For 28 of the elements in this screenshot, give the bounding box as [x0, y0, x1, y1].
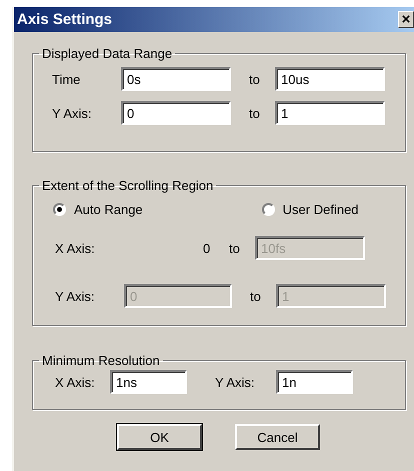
text-field[interactable]: 10us — [275, 67, 385, 91]
field-label: X Axis: — [55, 374, 96, 390]
group-title: Displayed Data Range — [41, 46, 174, 61]
to-label: to — [249, 72, 261, 86]
radio-option[interactable]: Auto Range — [53, 202, 143, 216]
radio-button[interactable] — [262, 202, 275, 216]
field-label: Y Axis: — [55, 288, 96, 304]
field-label: Y Axis: — [215, 374, 256, 390]
close-button[interactable]: × — [398, 11, 414, 28]
radio-button[interactable] — [53, 202, 66, 216]
text-field[interactable]: 1ns — [110, 370, 187, 394]
window-title: Axis Settings — [17, 11, 112, 28]
text-field[interactable]: 0 — [121, 101, 231, 125]
to-label: to — [250, 288, 262, 304]
field-label: Time — [52, 72, 82, 86]
text-field[interactable]: 0s — [121, 67, 231, 91]
value-text: 0 — [203, 240, 212, 256]
field-label: X Axis: — [55, 240, 96, 256]
group-title: Minimum Resolution — [41, 353, 161, 368]
field-label: Y Axis: — [52, 106, 93, 120]
to-label: to — [229, 240, 241, 256]
dialog-button[interactable]: OK — [117, 424, 202, 450]
text-field[interactable]: 1 — [275, 101, 385, 125]
to-label: to — [249, 106, 261, 120]
text-field[interactable]: 1n — [276, 370, 353, 394]
group-title: Extent of the Scrolling Region — [41, 178, 214, 193]
radio-option[interactable]: User Defined — [262, 202, 359, 216]
dialog-button[interactable]: Cancel — [235, 424, 320, 450]
